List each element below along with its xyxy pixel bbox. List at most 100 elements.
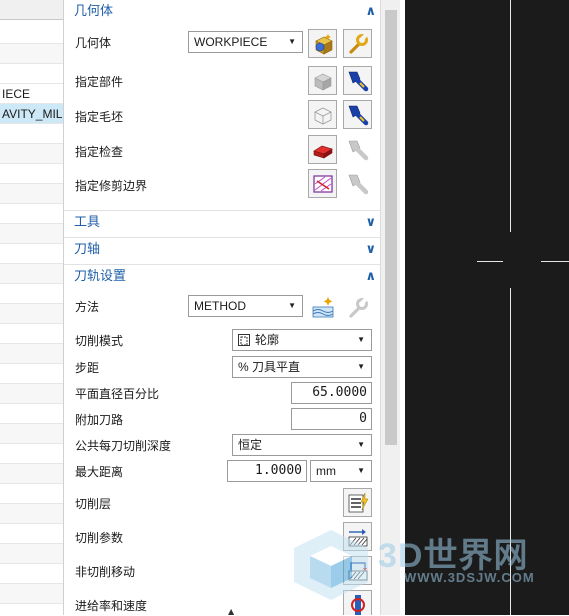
cut-pattern-label: 切削模式 <box>75 334 124 348</box>
section-title: 刀轴 <box>74 242 101 257</box>
navigator-row[interactable] <box>0 144 63 164</box>
method-select[interactable]: METHOD ▼ <box>188 295 303 317</box>
collapse-chevron-icon[interactable]: ∧ <box>365 265 376 289</box>
navigator-row[interactable] <box>0 584 63 604</box>
navigator-row[interactable] <box>0 124 63 144</box>
flashlight-icon <box>348 105 368 125</box>
navigator-row[interactable] <box>0 544 63 564</box>
navigator-row[interactable] <box>0 164 63 184</box>
cutting-params-label: 切削参数 <box>75 531 124 545</box>
navigator-row[interactable] <box>0 564 63 584</box>
max-distance-unit-select[interactable]: mm ▼ <box>310 460 372 482</box>
specify-trim-button[interactable] <box>308 169 337 198</box>
wrench-icon <box>348 32 368 54</box>
geometry-label: 几何体 <box>75 36 112 50</box>
navigator-row[interactable] <box>0 384 63 404</box>
cut-levels-button[interactable] <box>343 488 372 517</box>
scrollbar-thumb[interactable] <box>385 10 397 445</box>
specify-check-button[interactable] <box>308 135 337 164</box>
section-header-path-settings[interactable]: 刀轨设置 ∧ <box>64 264 386 288</box>
section-title: 几何体 <box>74 4 114 19</box>
graphics-edge-line <box>510 0 511 232</box>
navigator-row[interactable] <box>0 444 63 464</box>
navigator-row[interactable] <box>0 44 63 64</box>
dropdown-arrow-icon: ▼ <box>288 37 296 46</box>
feeds-speeds-icon <box>350 594 365 615</box>
navigator-row[interactable] <box>0 304 63 324</box>
collapse-chevron-icon[interactable]: ∧ <box>365 0 376 24</box>
additional-passes-label: 附加刀路 <box>75 413 124 427</box>
cutting-params-button[interactable] <box>343 522 372 551</box>
dialog-scrollbar[interactable] <box>380 0 400 615</box>
specify-check-label: 指定检查 <box>75 145 124 159</box>
graphics-window[interactable] <box>405 0 569 615</box>
feeds-speeds-label: 进给率和速度 <box>75 599 148 613</box>
navigator-row[interactable] <box>0 484 63 504</box>
section-header-tool[interactable]: 工具 ∨ <box>64 210 386 234</box>
navigator-row[interactable] <box>0 64 63 84</box>
additional-passes-input[interactable]: 0 <box>291 408 372 430</box>
flashlight-icon <box>348 140 368 160</box>
navigator-row[interactable] <box>0 404 63 424</box>
feeds-speeds-button[interactable] <box>343 590 372 615</box>
navigator-row[interactable] <box>0 224 63 244</box>
method-new-icon <box>312 296 333 317</box>
specify-trim-label: 指定修剪边界 <box>75 179 148 193</box>
navigator-row[interactable] <box>0 24 63 44</box>
flashlight-icon <box>348 174 368 194</box>
display-check-button[interactable] <box>343 135 372 164</box>
navigator-row[interactable] <box>0 424 63 444</box>
cut-levels-label: 切削层 <box>75 497 112 511</box>
graphics-edge-line <box>510 288 511 615</box>
navigator-row[interactable] <box>0 184 63 204</box>
cutting-params-icon <box>348 528 367 546</box>
section-title: 工具 <box>74 215 101 230</box>
operation-navigator: IECE AVITY_MILL <box>0 0 64 615</box>
navigator-row[interactable] <box>0 344 63 364</box>
resize-grip-icon[interactable]: ▲ <box>228 608 236 616</box>
display-part-button[interactable] <box>343 66 372 95</box>
part-cube-icon <box>313 73 332 90</box>
stepover-select[interactable]: % 刀具平直 ▼ <box>232 356 372 378</box>
navigator-row[interactable] <box>0 464 63 484</box>
percent-diameter-input[interactable]: 65.0000 <box>291 382 372 404</box>
cavity-mill-dialog: 几何体 ∧ 几何体 WORKPIECE ▼ 指定部件 指定毛坯 指定检查 指定修… <box>64 0 386 615</box>
navigator-row[interactable] <box>0 264 63 284</box>
new-method-button[interactable] <box>308 293 337 322</box>
specify-blank-button[interactable] <box>308 100 337 129</box>
navigator-row-workpiece[interactable]: IECE <box>0 84 63 104</box>
expand-chevron-icon[interactable]: ∨ <box>365 211 376 235</box>
blank-box-icon <box>313 107 332 124</box>
non-cutting-moves-button[interactable] <box>343 556 372 585</box>
max-distance-input[interactable]: 1.0000 <box>227 460 307 482</box>
display-blank-button[interactable] <box>343 100 372 129</box>
section-title: 刀轨设置 <box>74 269 127 284</box>
dropdown-arrow-icon: ▼ <box>288 301 296 310</box>
navigator-row[interactable] <box>0 504 63 524</box>
wrench-icon <box>348 296 368 318</box>
cut-pattern-select[interactable]: 轮廓 ▼ <box>232 329 372 351</box>
navigator-row[interactable] <box>0 364 63 384</box>
edit-method-button[interactable] <box>343 293 372 322</box>
section-header-tool-axis[interactable]: 刀轴 ∨ <box>64 237 386 261</box>
navigator-row[interactable] <box>0 524 63 544</box>
display-trim-button[interactable] <box>343 169 372 198</box>
expand-chevron-icon[interactable]: ∨ <box>365 238 376 262</box>
section-header-geometry[interactable]: 几何体 ∧ <box>64 0 386 24</box>
check-body-icon <box>312 145 333 159</box>
common-depth-select[interactable]: 恒定 ▼ <box>232 434 372 456</box>
navigator-row[interactable] <box>0 324 63 344</box>
navigator-row[interactable] <box>0 284 63 304</box>
edit-geometry-button[interactable] <box>343 29 372 58</box>
navigator-row[interactable] <box>0 244 63 264</box>
stepover-label: 步距 <box>75 361 100 375</box>
new-geometry-button[interactable] <box>308 29 337 58</box>
geometry-select[interactable]: WORKPIECE ▼ <box>188 31 303 53</box>
specify-part-button[interactable] <box>308 66 337 95</box>
navigator-row-cavity-mill[interactable]: AVITY_MILL <box>0 104 63 124</box>
specify-blank-label: 指定毛坯 <box>75 110 124 124</box>
dropdown-arrow-icon: ▼ <box>357 335 365 344</box>
graphics-edge-line <box>477 261 503 262</box>
navigator-header[interactable] <box>0 0 63 20</box>
navigator-row[interactable] <box>0 204 63 224</box>
